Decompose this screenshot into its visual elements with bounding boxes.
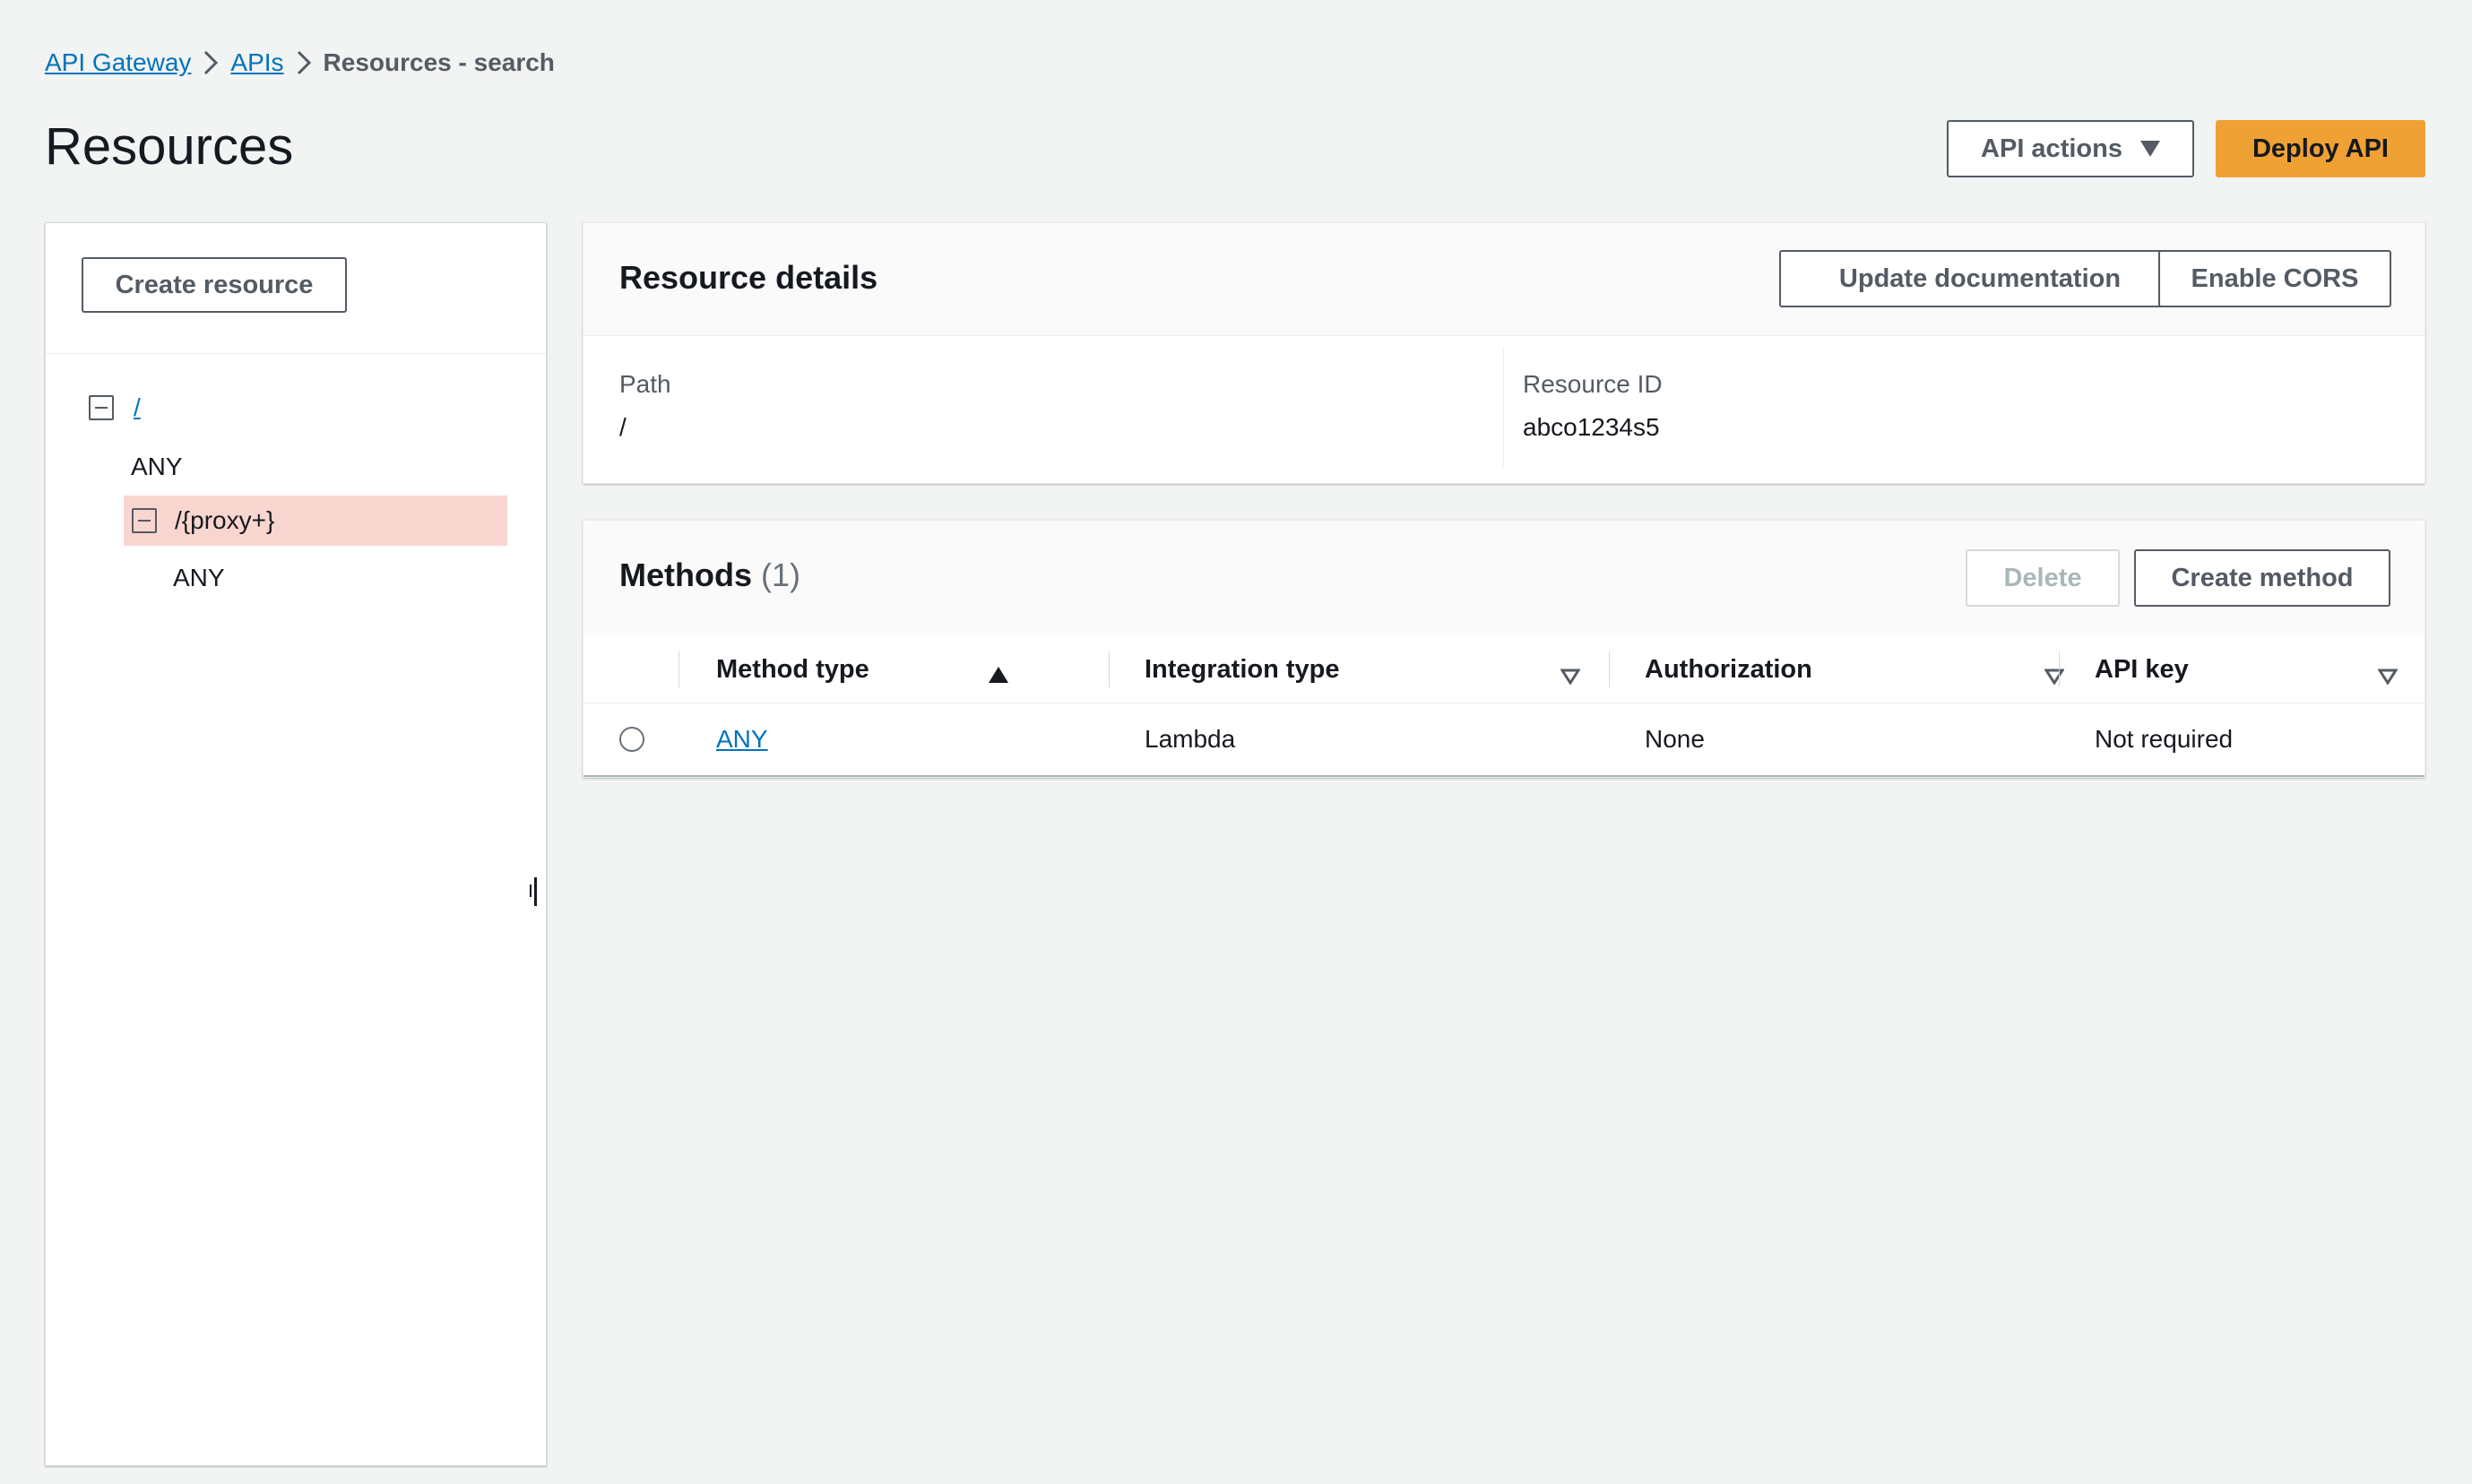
api-actions-button[interactable]: API actions xyxy=(1947,120,2194,177)
create-method-button[interactable]: Create method xyxy=(2134,549,2390,607)
details-divider xyxy=(1503,349,1504,467)
delete-method-button[interactable]: Delete xyxy=(1966,549,2120,607)
deploy-api-button[interactable]: Deploy API xyxy=(2216,120,2425,177)
column-label: API key xyxy=(2095,654,2189,684)
column-separator xyxy=(1609,651,1610,687)
breadcrumb-current: Resources - search xyxy=(323,48,555,76)
breadcrumb-api-gateway[interactable]: API Gateway xyxy=(45,48,191,77)
resource-id-value: abco1234s5 xyxy=(1523,413,1660,441)
column-integration-type[interactable]: Integration type xyxy=(1145,635,1581,703)
methods-card: Methods (1) Delete Create method Method … xyxy=(583,520,2425,778)
collapse-icon[interactable] xyxy=(132,508,157,533)
page-title: Resources xyxy=(45,117,294,176)
column-authorization[interactable]: Authorization xyxy=(1645,635,2065,703)
caret-down-icon xyxy=(2139,141,2160,157)
resources-tree-panel: Create resource / ANY /{proxy+} ANY xyxy=(45,222,547,1466)
methods-title-text: Methods xyxy=(619,556,752,593)
column-label: Method type xyxy=(716,654,869,684)
collapse-icon[interactable] xyxy=(89,395,114,420)
create-resource-button[interactable]: Create resource xyxy=(82,257,347,313)
chevron-right-icon xyxy=(284,47,324,79)
authorization-cell: None xyxy=(1645,725,1705,753)
tree-item-proxy[interactable]: /{proxy+} xyxy=(132,506,274,535)
column-label: Integration type xyxy=(1145,654,1340,684)
enable-cors-button[interactable]: Enable CORS xyxy=(2158,250,2391,307)
api-key-cell: Not required xyxy=(2095,725,2234,753)
sort-ascending-icon[interactable] xyxy=(989,660,1008,690)
tree-proxy-path[interactable]: /{proxy+} xyxy=(175,506,274,535)
tree-item-root-method[interactable]: ANY xyxy=(131,453,183,481)
radio-icon[interactable] xyxy=(619,727,644,752)
resource-details-title: Resource details xyxy=(619,259,878,296)
column-method-type[interactable]: Method type xyxy=(716,635,1008,703)
chevron-right-icon xyxy=(191,47,230,79)
methods-title: Methods (1) xyxy=(619,556,800,594)
resource-details-header: Resource details Update documentation En… xyxy=(583,223,2424,336)
breadcrumb: API Gateway APIs Resources - search xyxy=(45,47,555,79)
path-value: / xyxy=(619,413,627,441)
sort-descending-icon[interactable] xyxy=(2044,662,2065,692)
tree-method-label[interactable]: ANY xyxy=(131,453,183,481)
resource-id-label: Resource ID xyxy=(1523,370,1663,398)
tree-method-label[interactable]: ANY xyxy=(173,564,225,592)
tree-root-path[interactable]: / xyxy=(134,393,141,422)
resize-handle-icon[interactable] xyxy=(530,877,537,906)
column-separator xyxy=(2059,651,2060,687)
methods-count: (1) xyxy=(761,556,801,593)
integration-type-cell: Lambda xyxy=(1145,725,1236,753)
methods-table-header: Method type Integration type Authorizati… xyxy=(583,635,2424,703)
sort-descending-icon[interactable] xyxy=(1560,662,1581,692)
update-documentation-button[interactable]: Update documentation xyxy=(1779,250,2181,307)
breadcrumb-apis[interactable]: APIs xyxy=(230,48,283,77)
api-actions-label: API actions xyxy=(1981,134,2122,163)
tree-item-proxy-method[interactable]: ANY xyxy=(173,564,225,592)
table-row[interactable]: ANY Lambda None Not required xyxy=(583,703,2424,777)
tree-item-root[interactable]: / xyxy=(89,393,141,422)
column-separator xyxy=(1109,651,1110,687)
method-link[interactable]: ANY xyxy=(716,725,768,754)
path-label: Path xyxy=(619,370,671,398)
column-api-key[interactable]: API key xyxy=(2095,635,2399,703)
panel-divider xyxy=(46,353,546,354)
sort-descending-icon[interactable] xyxy=(2377,662,2399,692)
resource-details-card: Resource details Update documentation En… xyxy=(583,222,2425,484)
column-label: Authorization xyxy=(1645,654,1812,684)
methods-header: Methods (1) Delete Create method xyxy=(583,521,2424,635)
